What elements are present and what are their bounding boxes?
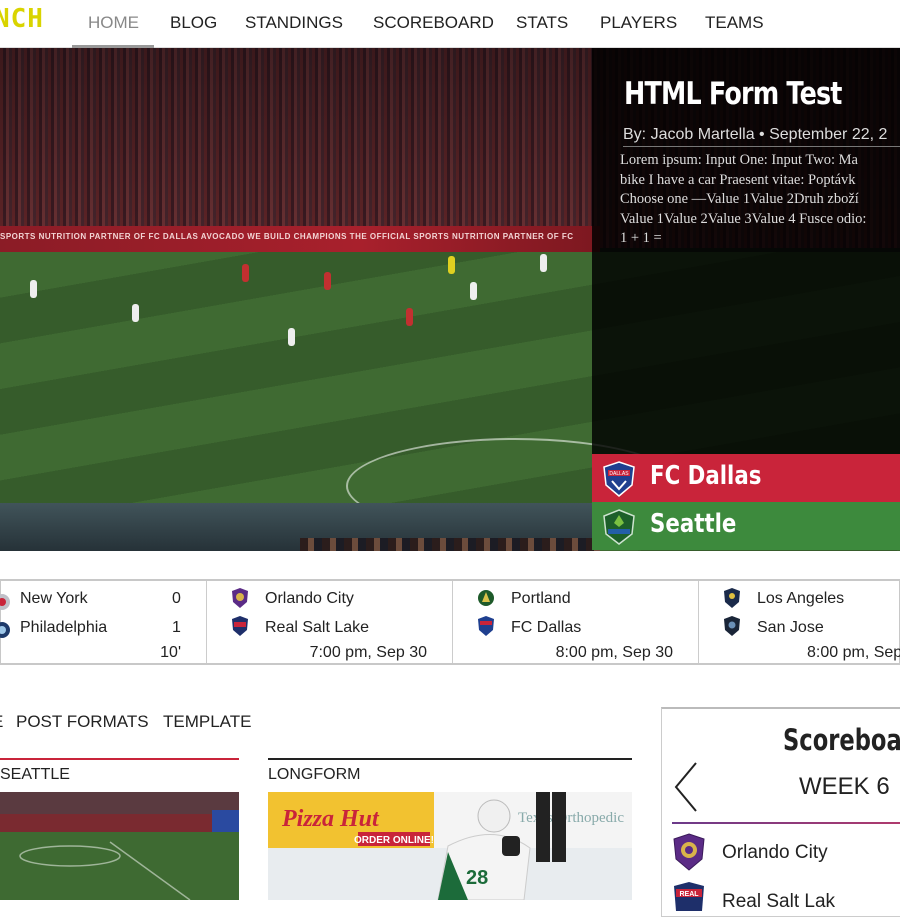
card-thumbnail-image[interactable]: Pizza Hut ORDER ONLINE! Texas Orthopedic… — [268, 792, 632, 900]
scoreboard-week: WEEK 6 — [799, 773, 890, 800]
excerpt-line: bike I have a car Praesent vitae: Poptáv… — [620, 171, 856, 188]
scoreboard-widget: Scoreboard WEEK 6 Orlando City REAL Real… — [661, 707, 900, 917]
featured-match-home[interactable]: DALLAS FC Dallas — [592, 454, 900, 502]
seattle-sounders-crest-icon — [603, 509, 635, 545]
player-figure — [288, 328, 295, 346]
ticker-team: Los Angeles — [757, 590, 845, 607]
philadelphia-crest-icon — [0, 622, 10, 638]
home-team-name: FC Dallas — [650, 461, 762, 491]
ticker-score: 0 — [172, 590, 181, 607]
player-figure — [470, 282, 477, 300]
portland-crest-icon — [478, 590, 494, 606]
divider — [672, 822, 900, 824]
nav-home[interactable]: HOME — [88, 13, 139, 33]
article-excerpt: Lorem ipsum: Input One: Input Two: Ma bi… — [620, 151, 900, 249]
fc-dallas-crest-icon: DALLAS — [603, 461, 635, 497]
nav-standings[interactable]: STANDINGS — [245, 13, 343, 33]
divider — [623, 146, 900, 147]
ticker-time: 7:00 pm, Sep 30 — [309, 644, 427, 661]
ticker-game[interactable]: New York 0 Philadelphia 1 10' — [0, 581, 207, 663]
ticker-team: FC Dallas — [511, 619, 582, 636]
card-accent-rule — [268, 758, 632, 760]
player-figure — [30, 280, 37, 298]
tab-partial[interactable]: E — [0, 712, 3, 732]
ticker-team: New York — [20, 590, 88, 607]
svg-text:DALLAS: DALLAS — [609, 471, 629, 477]
ad-board-text: SPORTS NUTRITION PARTNER OF FC DALLAS AV… — [0, 232, 574, 241]
jersey-number: 28 — [466, 867, 488, 889]
card-category[interactable]: SEATTLE — [0, 766, 70, 784]
sponsor-text: Texas Orthopedic — [518, 810, 624, 826]
excerpt-line: Choose one —Value 1Value 2Druh zboží — [620, 191, 859, 207]
ticker-game[interactable]: Orlando City Real Salt Lake 7:00 pm, Sep… — [207, 581, 453, 663]
article-byline: By: Jacob Martella • September 22, 2 — [623, 126, 888, 143]
chevron-left-icon[interactable] — [672, 761, 702, 813]
nav-players[interactable]: PLAYERS — [600, 13, 677, 33]
player-figure — [242, 264, 249, 282]
player-figure — [132, 304, 139, 322]
scoreboard-title: Scoreboard — [783, 723, 900, 757]
nav-stats[interactable]: STATS — [516, 13, 568, 33]
card-accent-rule — [0, 758, 239, 760]
player-figure — [324, 272, 331, 290]
hockey-thumbnail: Pizza Hut ORDER ONLINE! Texas Orthopedic… — [268, 792, 632, 900]
tab-template[interactable]: TEMPLATE — [163, 712, 251, 732]
scoreboard-team[interactable]: Orlando City — [722, 842, 828, 864]
stadium-thumbnail — [19, 810, 239, 900]
excerpt-line: Value 1Value 2Value 3Value 4 Fusce odio: — [620, 210, 867, 227]
player-figure — [406, 308, 413, 326]
post-card[interactable]: SEATTLE — [0, 758, 239, 900]
ticker-team: Philadelphia — [20, 619, 108, 636]
player-figure — [540, 254, 547, 272]
new-york-crest-icon — [0, 594, 10, 610]
orlando-city-crest-icon — [232, 588, 248, 608]
nav-blog[interactable]: BLOG — [170, 13, 217, 33]
top-nav: NCH HOME BLOG STANDINGS SCOREBOARD STATS… — [0, 0, 900, 48]
player-figure — [448, 256, 455, 274]
ticker-time: 8:00 pm, Sep 30 — [555, 644, 673, 661]
ticker-team: Real Salt Lake — [265, 619, 370, 636]
ticker-team: Portland — [511, 590, 571, 607]
la-galaxy-crest-icon — [724, 588, 740, 608]
featured-match-away[interactable]: Seattle — [592, 502, 900, 550]
ticker-time: 8:00 pm, Sep — [807, 644, 900, 661]
crowd — [300, 538, 600, 551]
nav-teams[interactable]: TEAMS — [705, 13, 764, 33]
scoreboard-team[interactable]: Real Salt Lak — [722, 891, 835, 913]
hero-slider[interactable]: SPORTS NUTRITION PARTNER OF FC DALLAS AV… — [0, 48, 900, 551]
site-logo[interactable]: NCH — [0, 4, 44, 34]
real-salt-lake-crest-icon: REAL — [674, 882, 704, 911]
ticker-game[interactable]: Portland FC Dallas 8:00 pm, Sep 30 — [453, 581, 699, 663]
san-jose-crest-icon — [724, 616, 740, 636]
card-thumbnail-image[interactable] — [0, 792, 239, 900]
order-online-text: ORDER ONLINE! — [354, 835, 434, 846]
card-category[interactable]: LONGFORM — [268, 766, 360, 784]
ticker-score: 1 — [172, 619, 181, 636]
excerpt-line: Lorem ipsum: Input One: Input Two: Ma — [620, 152, 858, 168]
ticker-team: San Jose — [757, 619, 824, 636]
tab-post-formats[interactable]: POST FORMATS — [16, 712, 149, 732]
svg-text:REAL: REAL — [679, 891, 699, 898]
ticker-team: Orlando City — [265, 590, 354, 607]
nav-scoreboard[interactable]: SCOREBOARD — [373, 13, 494, 33]
ticker-game[interactable]: Los Angeles San Jose 8:00 pm, Sep — [699, 581, 900, 663]
real-salt-lake-crest-icon — [232, 616, 248, 636]
fc-dallas-crest-icon — [478, 616, 494, 636]
excerpt-line: 1 + 1 = — [620, 230, 662, 246]
score-ticker: New York 0 Philadelphia 1 10' Orlando Ci… — [0, 579, 900, 665]
post-card[interactable]: LONGFORM Pizza Hut ORDER ONLINE! Texas O… — [268, 758, 632, 900]
orlando-city-crest-icon — [673, 833, 705, 871]
pizza-hut-text: Pizza Hut — [281, 806, 380, 832]
article-title[interactable]: HTML Form Test — [624, 76, 842, 112]
away-team-name: Seattle — [650, 509, 737, 539]
featured-article-panel[interactable]: HTML Form Test By: Jacob Martella • Sept… — [592, 48, 900, 454]
ticker-time: 10' — [160, 644, 181, 661]
